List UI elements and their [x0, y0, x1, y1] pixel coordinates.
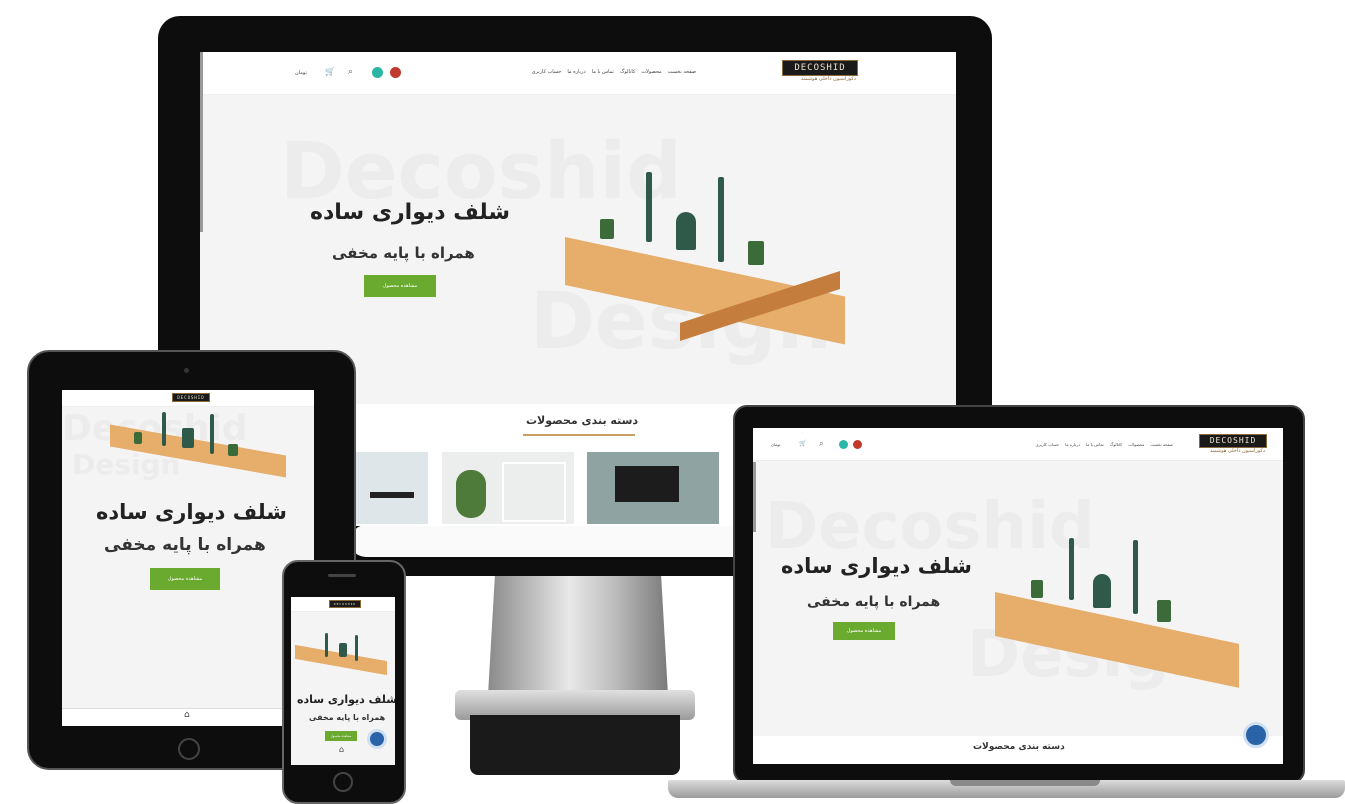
- shelf-image: [110, 408, 290, 478]
- hero-cta-button[interactable]: مشاهده محصول: [150, 568, 220, 590]
- nav-link-contact[interactable]: تماس با ما: [592, 69, 614, 75]
- home-icon[interactable]: ⌂: [184, 710, 190, 720]
- decor-vase: [228, 444, 238, 456]
- nav-link-about[interactable]: درباره ما: [567, 69, 585, 75]
- desktop-navbar: DECOSHID دکوراسیون داخلی هوشمند صفحه نخس…: [200, 52, 956, 95]
- decor-candle-holder: [1133, 540, 1138, 614]
- category-tile[interactable]: [442, 452, 574, 524]
- hero-subtitle: همراه با پایه مخفی: [309, 713, 386, 722]
- decor-candle-holder: [162, 412, 166, 446]
- help-icon[interactable]: [367, 729, 387, 749]
- search-icon[interactable]: ⌕: [819, 439, 823, 449]
- hero-title: شلف دیواری ساده: [297, 693, 395, 706]
- decor-clock: [339, 643, 347, 657]
- nav-link-products[interactable]: محصولات: [641, 69, 661, 75]
- nav-link-home[interactable]: صفحه نخست: [1150, 442, 1173, 447]
- phone-screen: DECOSHID شلف دیواری ساده همراه با پایه م…: [291, 597, 395, 765]
- brand-logo[interactable]: DECOSHID: [172, 393, 210, 402]
- category-tile[interactable]: [350, 452, 428, 524]
- cart-icon[interactable]: 🛒: [799, 440, 806, 447]
- decor-candle-holder: [325, 633, 328, 657]
- category-tile[interactable]: [587, 452, 719, 524]
- cart-total[interactable]: تومان: [771, 442, 780, 447]
- shelf-image: [560, 167, 850, 345]
- help-icon[interactable]: [1243, 722, 1269, 748]
- shelf-image: [295, 627, 391, 687]
- laptop-navbar: DECOSHID دکوراسیون داخلی هوشمند صفحه نخس…: [753, 428, 1283, 461]
- laptop-screen: DECOSHID دکوراسیون داخلی هوشمند صفحه نخس…: [753, 428, 1283, 764]
- decor-vase: [1157, 600, 1171, 622]
- nav-link-home[interactable]: صفحه نخست: [668, 69, 696, 75]
- hero-title: شلف دیواری ساده: [781, 554, 972, 578]
- tablet-navbar: DECOSHID: [62, 390, 314, 407]
- phone-speaker: [328, 574, 356, 577]
- whatsapp-icon[interactable]: [839, 440, 848, 449]
- nav-link-catalog[interactable]: کاتالوگ: [1110, 442, 1122, 447]
- brand-logo[interactable]: DECOSHID: [782, 60, 858, 76]
- hero-cta-button[interactable]: مشاهده محصول: [833, 622, 895, 640]
- hero-cta-button[interactable]: مشاهده محصول: [364, 275, 436, 297]
- instagram-icon[interactable]: [390, 67, 401, 78]
- phone-home-button[interactable]: [333, 772, 353, 792]
- tablet-home-button[interactable]: [178, 738, 200, 760]
- decor-clock: [676, 212, 696, 250]
- hero-subtitle: همراه با پایه مخفی: [807, 594, 941, 610]
- decor-candle-holder: [355, 635, 358, 661]
- phone-navbar: DECOSHID: [291, 597, 395, 612]
- decor-vase: [1031, 580, 1043, 598]
- home-icon[interactable]: ⌂: [339, 745, 344, 754]
- categories-underline: [523, 434, 635, 436]
- decor-clock: [1093, 574, 1111, 608]
- decor-vase: [134, 432, 142, 444]
- nav-link-contact[interactable]: تماس با ما: [1086, 442, 1104, 447]
- brand-tagline: دکوراسیون داخلی هوشمند: [800, 76, 856, 82]
- cart-icon[interactable]: 🛒: [325, 67, 335, 76]
- instagram-icon[interactable]: [853, 440, 862, 449]
- monitor-stand-foot: [470, 715, 680, 775]
- main-nav: صفحه نخست محصولات کاتالوگ تماس با ما درب…: [1035, 442, 1173, 447]
- nav-link-catalog[interactable]: کاتالوگ: [620, 69, 635, 75]
- decor-vase: [600, 219, 614, 239]
- search-icon[interactable]: ⌕: [348, 67, 353, 77]
- hero-subtitle: همراه با پایه مخفی: [104, 535, 266, 555]
- decor-candle-holder: [718, 177, 724, 262]
- scrollbar[interactable]: [200, 52, 203, 232]
- scrollbar[interactable]: [753, 462, 756, 532]
- cart-total[interactable]: تومان: [295, 70, 307, 76]
- hero-title: شلف دیواری ساده: [96, 500, 287, 524]
- hero-cta-button[interactable]: مشاهده محصول: [325, 731, 357, 741]
- main-nav: صفحه نخست محصولات کاتالوگ تماس با ما درب…: [532, 69, 696, 75]
- laptop-notch: [950, 780, 1100, 786]
- decor-candle-holder: [1069, 538, 1074, 600]
- nav-link-products[interactable]: محصولات: [1128, 442, 1144, 447]
- decor-clock: [182, 428, 194, 448]
- hero-subtitle: همراه با پایه مخفی: [332, 244, 475, 262]
- tablet-screen: DECOSHID Decoshid Design شلف دیواری ساده…: [62, 390, 314, 726]
- decor-vase: [748, 241, 764, 265]
- nav-link-account[interactable]: حساب کاربری: [532, 69, 562, 75]
- shelf-image: [993, 534, 1243, 688]
- decor-candle-holder: [646, 172, 652, 242]
- decor-candle-holder: [210, 414, 214, 454]
- brand-tagline: دکوراسیون داخلی هوشمند: [1209, 448, 1265, 454]
- categories-title: دسته بندی محصولات: [526, 414, 639, 427]
- monitor-stand-neck: [488, 570, 668, 695]
- hero-title: شلف دیواری ساده: [310, 200, 511, 225]
- tablet-camera: [184, 368, 189, 373]
- whatsapp-icon[interactable]: [372, 67, 383, 78]
- brand-logo[interactable]: DECOSHID: [329, 600, 361, 608]
- categories-title: دسته بندی محصولات: [973, 742, 1065, 752]
- nav-link-about[interactable]: درباره ما: [1065, 442, 1080, 447]
- nav-link-account[interactable]: حساب کاربری: [1035, 442, 1059, 447]
- brand-logo[interactable]: DECOSHID: [1199, 434, 1267, 448]
